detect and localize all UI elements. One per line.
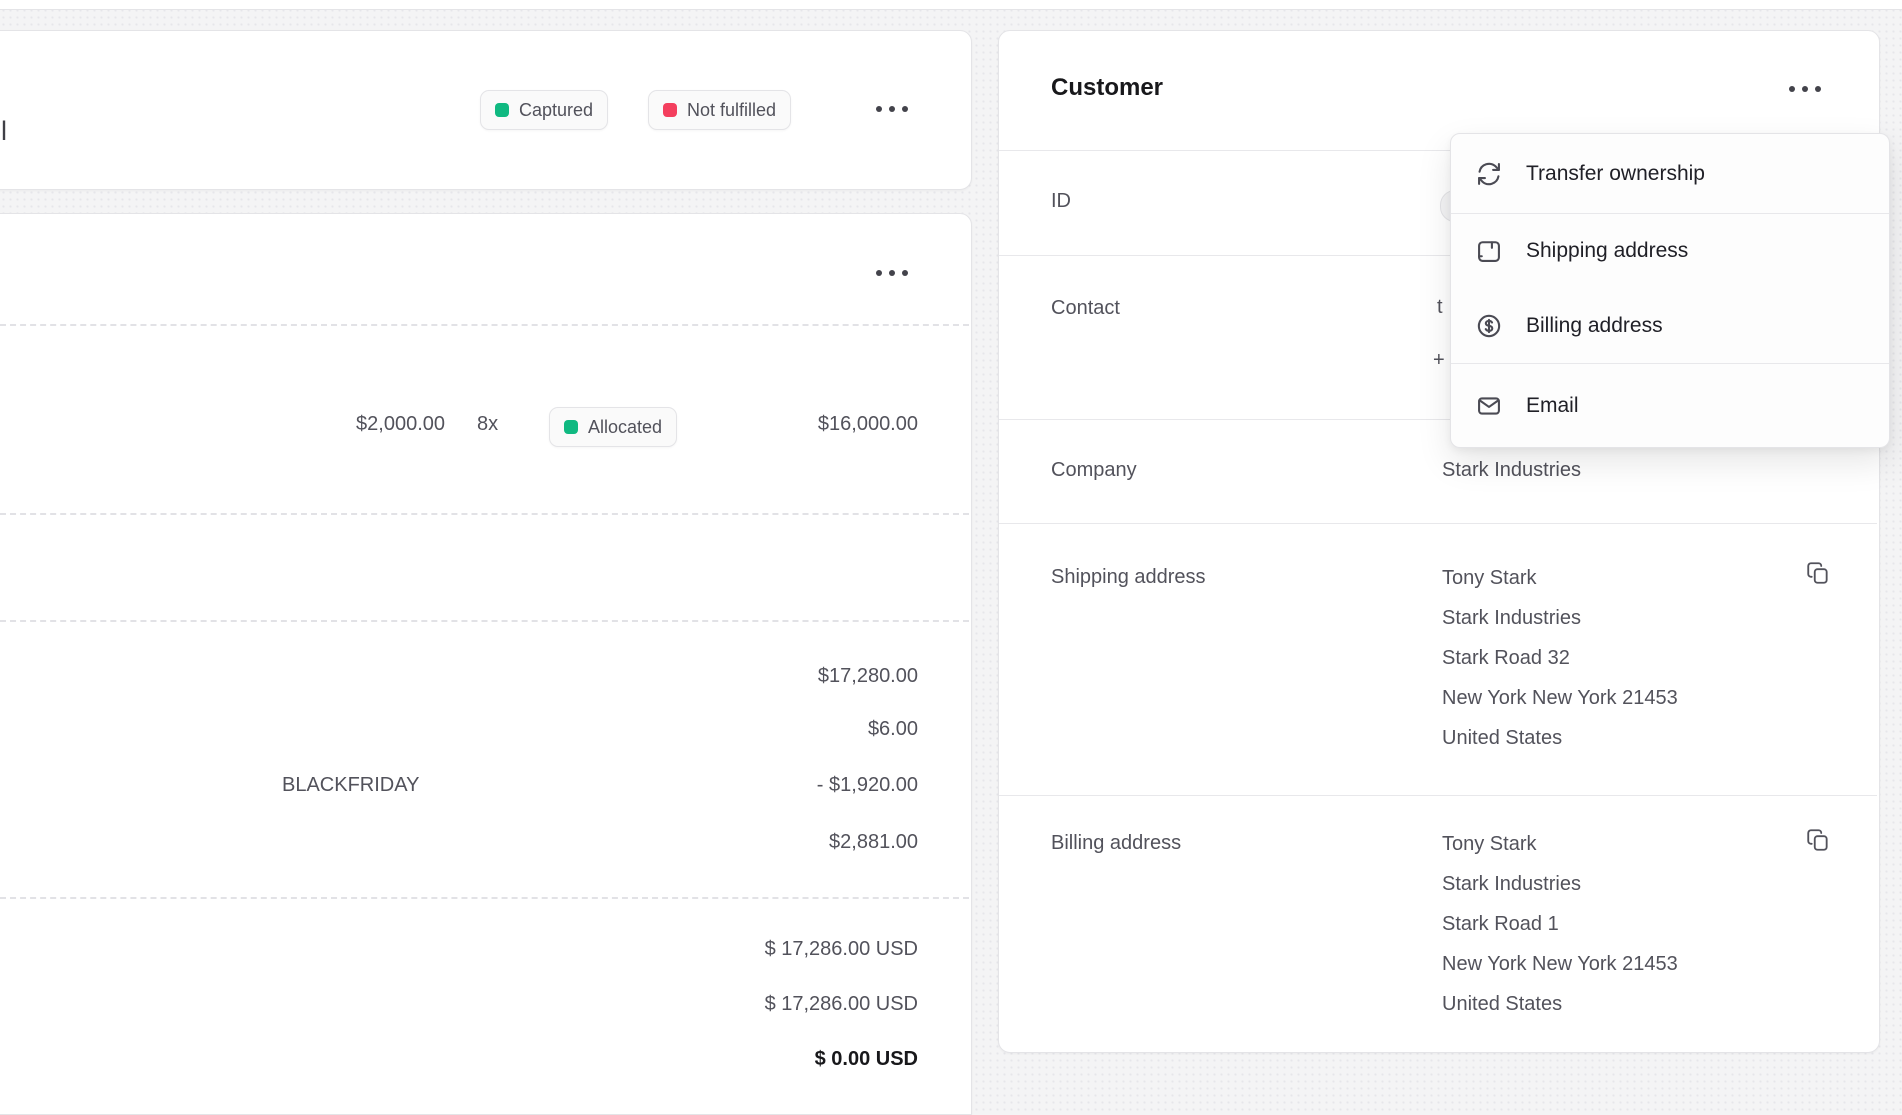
fulfillment-status-label: Not fulfilled [687,100,776,121]
billing-address-line: New York New York 21453 [1442,944,1678,984]
dashed-divider [0,513,969,515]
customer-card-title: Customer [1051,74,1163,102]
billing-address-value: Tony Stark Stark Industries Stark Road 1… [1442,824,1678,1024]
customer-menu-button[interactable] [1777,69,1833,109]
menu-item-label: Email [1526,394,1579,418]
customer-context-menu: Transfer ownership Shipping address [1450,133,1890,448]
allocation-badge: Allocated [549,407,677,447]
order-summary-menu-button[interactable] [864,253,920,293]
contact-label: Contact [1051,297,1120,320]
copy-shipping-address-button[interactable] [1801,556,1835,590]
dashed-divider [0,620,969,622]
divider [999,795,1877,796]
captured-dot-icon [495,103,509,117]
top-bar [0,0,1902,10]
billing-address-line: Tony Stark [1442,824,1678,864]
shipping-address-icon [1474,236,1504,266]
discount-code: BLACKFRIDAY [282,774,419,797]
payment-status-badge: Captured [480,90,608,130]
dashed-divider [0,897,969,899]
shipping-address-line: Tony Stark [1442,558,1678,598]
menu-item-email[interactable]: Email [1451,364,1889,447]
line-item-unit-price: $2,000.00 [356,413,445,436]
order-summary-card [0,213,972,1115]
balance-due: $ 0.00 USD [815,1048,918,1071]
fulfillment-status-badge: Not fulfilled [648,90,791,130]
shipping-address-line: Stark Road 32 [1442,638,1678,678]
tax-amount: $2,881.00 [829,831,918,854]
allocated-dot-icon [564,420,578,434]
subtotal-amount: $17,280.00 [818,665,918,688]
copy-billing-address-button[interactable] [1801,823,1835,857]
menu-item-label: Transfer ownership [1526,162,1705,186]
shipping-address-line: New York New York 21453 [1442,678,1678,718]
divider [999,523,1877,524]
line-item-quantity: 8x [477,413,498,436]
ellipsis-icon [1789,86,1795,92]
billing-address-line: United States [1442,984,1678,1024]
shipping-address-label: Shipping address [1051,566,1206,589]
order-header-menu-button[interactable] [864,89,920,129]
company-label: Company [1051,459,1137,482]
email-icon [1474,391,1504,421]
order-detail-page: l Captured Not fulfilled $2,000.00 8x Al… [0,0,1902,1072]
copy-icon [1805,560,1831,586]
menu-item-billing-address[interactable]: Billing address [1451,288,1889,363]
transfer-ownership-icon [1474,159,1504,189]
dashed-divider [0,324,969,326]
billing-address-line: Stark Road 1 [1442,904,1678,944]
shipping-address-value: Tony Stark Stark Industries Stark Road 3… [1442,558,1678,758]
company-value: Stark Industries [1442,459,1581,482]
ellipsis-icon [876,270,882,276]
menu-item-label: Shipping address [1526,239,1688,263]
contact-email-fragment: t [1437,296,1443,319]
billing-address-label: Billing address [1051,832,1181,855]
menu-item-shipping-address[interactable]: Shipping address [1451,214,1889,288]
billing-address-icon [1474,311,1504,341]
menu-item-transfer-ownership[interactable]: Transfer ownership [1451,134,1889,213]
billing-address-line: Stark Industries [1442,864,1678,904]
shipping-address-line: Stark Industries [1442,598,1678,638]
shipping-amount: $6.00 [868,718,918,741]
contact-phone-fragment: + [1433,349,1445,372]
ellipsis-icon [876,106,882,112]
not-fulfilled-dot-icon [663,103,677,117]
allocation-label: Allocated [588,417,662,438]
payment-status-label: Captured [519,100,593,121]
order-total: $ 17,286.00 USD [765,938,918,961]
line-item-total: $16,000.00 [818,413,918,436]
menu-item-label: Billing address [1526,314,1663,338]
shipping-address-line: United States [1442,718,1678,758]
truncated-order-text: l [1,116,7,147]
paid-total: $ 17,286.00 USD [765,993,918,1016]
discount-amount: - $1,920.00 [817,774,918,797]
copy-icon [1805,827,1831,853]
customer-id-label: ID [1051,190,1071,213]
